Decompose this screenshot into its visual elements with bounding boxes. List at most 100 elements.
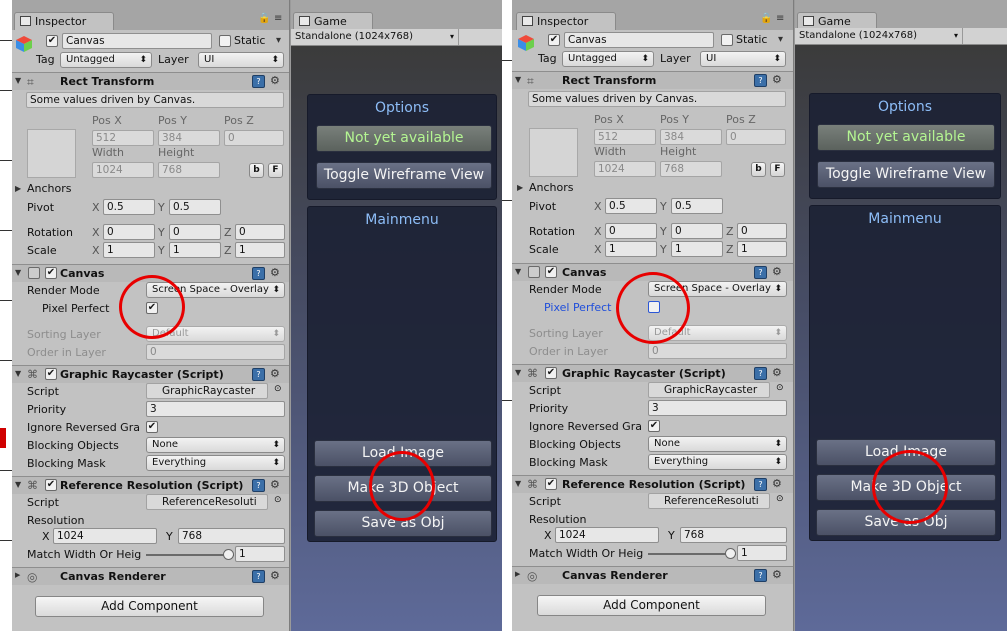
slider-thumb[interactable] <box>223 549 234 560</box>
pos-z-field[interactable]: 0 <box>224 130 284 146</box>
resolution-dropdown[interactable]: Standalone (1024x768) ▾ <box>795 28 963 44</box>
anchors-label[interactable]: Anchors <box>27 182 72 195</box>
pos-z-field[interactable]: 0 <box>726 129 786 145</box>
object-picker-icon[interactable]: ⊙ <box>274 495 282 505</box>
canvas-header[interactable]: ▼ ✔ Canvas ? ⚙ <box>512 263 793 281</box>
help-book-icon[interactable]: ? <box>252 368 265 381</box>
add-component-button[interactable]: Add Component <box>537 595 766 616</box>
tab-inspector[interactable]: Inspector <box>14 12 114 30</box>
priority-field[interactable]: 3 <box>146 401 285 417</box>
make-3d-object-button[interactable]: Make 3D Object <box>314 475 492 502</box>
refres-script-field[interactable]: ReferenceResoluti <box>648 493 770 509</box>
rect-transform-header[interactable]: ▼ ⌗ Rect Transform ? ⚙ <box>12 72 289 90</box>
pixel-perfect-checkbox[interactable] <box>648 301 660 313</box>
gear-icon[interactable]: ⚙ <box>772 73 782 86</box>
pixel-perfect-checkbox[interactable]: ✔ <box>146 302 158 314</box>
tab-menu-icon[interactable]: ≡ <box>274 13 282 24</box>
refres-script-field[interactable]: ReferenceResoluti <box>146 494 268 510</box>
anchor-preset-icon[interactable] <box>27 129 76 178</box>
game-viewport[interactable]: Options Not yet available Toggle Wirefra… <box>795 45 1007 631</box>
save-as-obj-button[interactable]: Save as Obj <box>314 510 492 537</box>
raycaster-script-field[interactable]: GraphicRaycaster <box>648 382 770 398</box>
lock-icon[interactable]: 🔒 <box>760 13 772 24</box>
help-book-icon[interactable]: ? <box>754 569 767 582</box>
gear-icon[interactable]: ⚙ <box>772 265 782 278</box>
pos-x-field[interactable]: 512 <box>92 130 154 146</box>
order-in-layer-field[interactable]: 0 <box>146 344 285 360</box>
tag-dropdown[interactable]: Untagged ⬍ <box>60 52 152 68</box>
reference-resolution-header[interactable]: ▼ ⌘ ✔ Reference Resolution (Script) ? ⚙ <box>512 475 793 493</box>
blueprint-mode-button[interactable]: b <box>751 162 766 177</box>
save-as-obj-button[interactable]: Save as Obj <box>816 509 996 536</box>
graphic-raycaster-header[interactable]: ▼ ⌘ ✔ Graphic Raycaster (Script) ? ⚙ <box>12 365 289 383</box>
active-checkbox[interactable]: ✔ <box>46 35 58 47</box>
scale-x-field[interactable]: 1 <box>605 241 657 257</box>
match-field[interactable]: 1 <box>737 545 787 561</box>
static-checkbox[interactable] <box>219 35 231 47</box>
help-book-icon[interactable]: ? <box>754 478 767 491</box>
slider-thumb[interactable] <box>725 548 736 559</box>
rotation-x-field[interactable]: 0 <box>605 223 657 239</box>
help-book-icon[interactable]: ? <box>754 266 767 279</box>
load-image-button[interactable]: Load Image <box>816 439 996 466</box>
gear-icon[interactable]: ⚙ <box>270 478 280 491</box>
help-book-icon[interactable]: ? <box>252 75 265 88</box>
foldout-arrow-icon[interactable]: ▶ <box>515 570 520 578</box>
lock-icon[interactable]: 🔒 <box>258 13 270 24</box>
width-field[interactable]: 1024 <box>92 162 154 178</box>
active-checkbox[interactable]: ✔ <box>548 34 560 46</box>
match-field[interactable]: 1 <box>235 546 285 562</box>
object-picker-icon[interactable]: ⊙ <box>776 383 784 393</box>
canvas-enabled-checkbox[interactable]: ✔ <box>45 267 57 279</box>
anchors-label[interactable]: Anchors <box>529 181 574 194</box>
anchor-preset-icon[interactable] <box>529 128 578 177</box>
help-book-icon[interactable]: ? <box>252 479 265 492</box>
help-book-icon[interactable]: ? <box>754 74 767 87</box>
refres-enabled-checkbox[interactable]: ✔ <box>45 479 57 491</box>
resolution-x-field[interactable]: 1024 <box>53 528 157 544</box>
resolution-x-field[interactable]: 1024 <box>555 527 659 543</box>
object-name-field[interactable]: Canvas <box>62 33 212 49</box>
resolution-dropdown[interactable]: Standalone (1024x768) ▾ <box>291 29 459 45</box>
rotation-y-field[interactable]: 0 <box>671 223 723 239</box>
tab-menu-icon[interactable]: ≡ <box>776 13 784 24</box>
blocking-objects-dropdown[interactable]: None ⬍ <box>146 437 285 453</box>
canvas-renderer-header[interactable]: ▶ ◎ Canvas Renderer ? ⚙ <box>512 566 793 584</box>
pos-y-field[interactable]: 384 <box>158 130 220 146</box>
pivot-y-field[interactable]: 0.5 <box>671 198 723 214</box>
priority-field[interactable]: 3 <box>648 400 787 416</box>
static-dropdown-icon[interactable]: ▾ <box>778 34 783 45</box>
foldout-arrow-icon[interactable]: ▼ <box>15 76 21 85</box>
static-dropdown-icon[interactable]: ▾ <box>276 35 281 46</box>
object-picker-icon[interactable]: ⊙ <box>776 494 784 504</box>
width-field[interactable]: 1024 <box>594 161 656 177</box>
load-image-button[interactable]: Load Image <box>314 440 492 467</box>
foldout-arrow-icon[interactable]: ▼ <box>515 267 521 276</box>
blocking-mask-dropdown[interactable]: Everything ⬍ <box>648 454 787 470</box>
raycaster-enabled-checkbox[interactable]: ✔ <box>45 368 57 380</box>
blueprint-mode-button[interactable]: b <box>249 163 264 178</box>
static-checkbox[interactable] <box>721 34 733 46</box>
scale-x-field[interactable]: 1 <box>103 242 155 258</box>
match-slider[interactable] <box>146 546 234 564</box>
object-name-field[interactable]: Canvas <box>564 32 714 48</box>
canvas-header[interactable]: ▼ ✔ Canvas ? ⚙ <box>12 264 289 282</box>
sorting-layer-dropdown[interactable]: Default ⬍ <box>146 326 285 342</box>
rotation-z-field[interactable]: 0 <box>235 224 285 240</box>
raw-edit-button[interactable]: F <box>770 162 785 177</box>
gear-icon[interactable]: ⚙ <box>772 366 782 379</box>
raycaster-script-field[interactable]: GraphicRaycaster <box>146 383 268 399</box>
foldout-arrow-icon[interactable]: ▼ <box>515 368 521 377</box>
pos-x-field[interactable]: 512 <box>594 129 656 145</box>
foldout-arrow-icon[interactable]: ▼ <box>515 479 521 488</box>
gear-icon[interactable]: ⚙ <box>772 477 782 490</box>
object-picker-icon[interactable]: ⊙ <box>274 384 282 394</box>
game-viewport[interactable]: Options Not yet available Toggle Wirefra… <box>291 46 502 631</box>
gear-icon[interactable]: ⚙ <box>270 569 280 582</box>
raycaster-enabled-checkbox[interactable]: ✔ <box>545 367 557 379</box>
resolution-y-field[interactable]: 768 <box>178 528 285 544</box>
render-mode-dropdown[interactable]: Screen Space - Overlay ⬍ <box>648 281 787 297</box>
foldout-arrow-icon[interactable]: ▼ <box>15 268 21 277</box>
ignore-reversed-checkbox[interactable]: ✔ <box>648 420 660 432</box>
rotation-z-field[interactable]: 0 <box>737 223 787 239</box>
